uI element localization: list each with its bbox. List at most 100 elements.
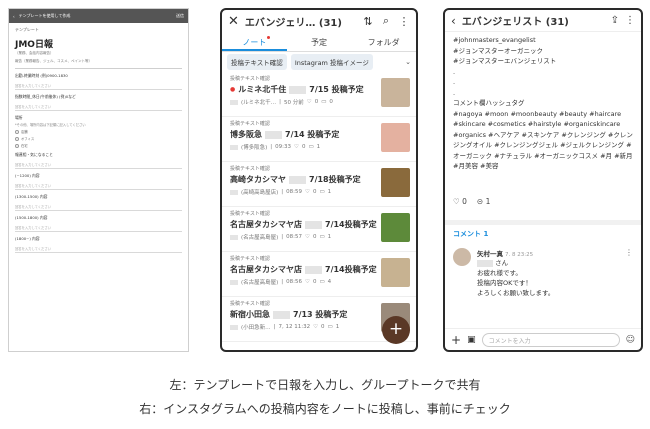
tab-folder[interactable]: フォルダ <box>351 32 416 51</box>
field-label: 出勤-終業時刻 (例)0900-1830 <box>15 73 68 78</box>
answer-input[interactable]: 回答を入力してください <box>15 202 182 211</box>
radio-option[interactable]: オフィス <box>15 136 182 141</box>
heart-icon: ♡ <box>306 99 312 105</box>
share-icon[interactable]: ⇪ <box>611 15 619 26</box>
list-item[interactable]: 投稿テキスト確認 高崎タカシマヤ 7/18投稿予定 (高崎高島屋店) | 08:59 ♡ 0 ▭… <box>222 162 416 207</box>
section-divider <box>445 220 641 225</box>
form-field: (1800~) 内容 回答を入力してください <box>9 232 188 253</box>
field-label: 場所 <box>15 115 23 120</box>
more-icon[interactable]: ⋮ <box>625 248 633 257</box>
redacted-name <box>265 130 282 139</box>
list-item[interactable]: 投稿テキスト確認 ● ルミネ北千住 7/15 投稿予定 (ルミネ北千… | 50 分前 ♡ 0 ▭… <box>222 72 416 117</box>
chip-text-check[interactable]: 投稿テキスト確認 <box>227 54 287 70</box>
answer-input[interactable]: 回答を入力してください <box>15 160 182 169</box>
field-label: 報連相・気になること <box>15 152 53 157</box>
comment-text: さん お疲れ様です。 投稿内容OKです！ よろしくお願い致します。 <box>477 259 555 297</box>
post-topbar: ‹ エバンジェリスト (31) ⇪ ⋮ <box>445 10 641 32</box>
redacted-author <box>230 189 238 195</box>
sort-icon[interactable]: ⇅ <box>362 15 374 28</box>
commenter-name: 矢村一真 7. 8 23:25 <box>477 250 534 258</box>
form-header-title: テンプレートを使用して作成 <box>18 13 71 18</box>
note-list: 投稿テキスト確認 ● ルミネ北千住 7/15 投稿予定 (ルミネ北千… | 50 分前 ♡ 0 ▭… <box>222 72 416 342</box>
answer-input[interactable]: 回答を入力してください <box>15 81 182 90</box>
more-icon[interactable]: ⋮ <box>398 15 410 28</box>
tab-schedule[interactable]: 予定 <box>287 32 352 51</box>
redacted-author <box>230 99 238 105</box>
field-label: (1800~) 内容 <box>15 236 40 241</box>
note-thumbnail <box>381 78 410 107</box>
comment-button[interactable]: ⊝ 1 <box>477 197 490 206</box>
field-label: (1300-1500) 内容 <box>15 194 48 199</box>
comment-icon: ▭ <box>321 99 327 105</box>
post-line: #ジョンマスターオーガニック <box>453 46 543 55</box>
comment-input-bar: + ▣ コメントを入力 ☺ <box>445 328 641 350</box>
plus-icon[interactable]: + <box>451 333 461 347</box>
list-item[interactable]: 投稿テキスト確認 名古屋タカシマヤ店 7/14投稿予定 (名古屋高島屋) | 08:57 ♡… <box>222 207 416 252</box>
search-icon[interactable]: ⌕ <box>380 14 392 28</box>
radio-icon <box>15 136 19 141</box>
redacted-author <box>230 234 238 240</box>
chevron-down-icon[interactable]: ⌄ <box>405 58 411 66</box>
post-body: #johnmasters_evangelist #ジョンマスターオーガニック #… <box>445 32 641 172</box>
redacted-name <box>289 85 307 94</box>
list-item[interactable]: 投稿テキスト確認 名古屋タカシマヤ店 7/14投稿予定 (名古屋高島屋) | 08:56 ♡… <box>222 252 416 297</box>
post-line: . <box>453 78 456 86</box>
comment-icon: ▭ <box>319 279 325 285</box>
field-label: (1500-1800) 内容 <box>15 215 48 220</box>
unread-dot <box>267 36 271 39</box>
heart-icon: ♡ <box>313 324 319 330</box>
post-line: コメント欄ハッシュタグ <box>453 99 525 107</box>
redacted-name <box>289 175 306 184</box>
field-hint: *その他、場所内容は下記欄に記入してください <box>15 123 86 127</box>
comment-input[interactable]: コメントを入力 <box>481 332 620 347</box>
filter-chips: 投稿テキスト確認 Instagram 投稿イメージ ⌄ <box>222 52 416 72</box>
close-icon[interactable]: ✕ <box>228 14 239 29</box>
answer-input[interactable]: 回答を入力してください <box>15 223 182 232</box>
field-label: 指数時間_休日(午前後休) (例)0など <box>15 94 76 99</box>
form-screen: ‹ テンプレートを使用して作成 送信 テンプレート JMO日報 （業務、会話内容… <box>8 8 189 352</box>
redacted-author <box>230 279 238 285</box>
redacted-name <box>477 259 493 267</box>
comment-icon: ▭ <box>319 189 325 195</box>
note-thumbnail <box>381 123 410 152</box>
form-header: ‹ テンプレートを使用して作成 送信 <box>9 9 188 23</box>
radio-option[interactable]: 店舗 <box>15 129 182 134</box>
comment-icon: ▭ <box>319 234 325 240</box>
more-icon[interactable]: ⋮ <box>625 15 635 26</box>
answer-input[interactable]: 回答を入力してください <box>15 181 182 190</box>
send-button[interactable]: 送信 <box>176 13 184 19</box>
form-title: JMO日報 <box>15 40 53 50</box>
answer-input[interactable]: 回答を入力してください <box>15 102 182 111</box>
chip-instagram-image[interactable]: Instagram 投稿イメージ <box>290 54 373 70</box>
comment-icon: ▭ <box>308 144 314 150</box>
note-thumbnail <box>381 258 410 287</box>
avatar <box>453 248 471 266</box>
option-label: オフィス <box>21 137 35 141</box>
comment-icon: ▭ <box>327 324 333 330</box>
redacted-name <box>273 310 290 319</box>
back-icon[interactable]: ‹ <box>451 14 456 28</box>
group-title: エバンジェリ… (31) <box>244 17 342 29</box>
image-icon[interactable]: ▣ <box>467 335 476 345</box>
tab-bar: ノート 予定 フォルダ <box>222 32 416 52</box>
add-note-button[interactable]: + <box>382 316 410 344</box>
form-field: 出勤-終業時刻 (例)0900-1830 回答を入力してください <box>9 69 188 90</box>
heart-icon: ♡ <box>305 234 310 240</box>
form-field: 報連相・気になること 回答を入力してください <box>9 148 188 169</box>
radio-icon <box>15 143 19 148</box>
form-field: (1500-1800) 内容 回答を入力してください <box>9 211 188 232</box>
answer-input[interactable]: 回答を入力してください <box>15 244 182 253</box>
note-thumbnail <box>381 213 410 242</box>
form-field: (~1200) 内容 回答を入力してください <box>9 169 188 190</box>
field-label: (~1200) 内容 <box>15 173 40 178</box>
note-thumbnail <box>381 168 410 197</box>
option-label: 在宅 <box>21 144 28 148</box>
like-button[interactable]: ♡ 0 <box>453 197 467 206</box>
tab-notes[interactable]: ノート <box>222 32 287 51</box>
back-icon[interactable]: ‹ <box>13 14 15 19</box>
post-line: #johnmasters_evangelist <box>453 36 536 44</box>
list-item[interactable]: 投稿テキスト確認 博多阪急 7/14 投稿予定 (博多阪急) | 09:33 ♡ 0 ▭ 1 <box>222 117 416 162</box>
post-actions: ♡ 0 ⊝ 1 <box>453 197 490 206</box>
emoji-icon[interactable]: ☺ <box>626 335 635 345</box>
caption-right: 右：インスタグラムへの投稿内容をノートに投稿し、事前にチェック <box>139 402 511 416</box>
